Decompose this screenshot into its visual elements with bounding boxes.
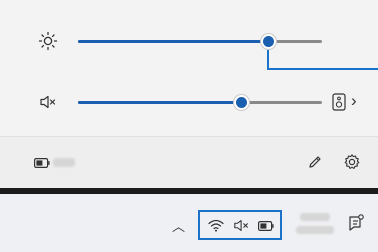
quick-settings-footer [0,136,378,188]
gear-icon[interactable] [343,153,361,171]
volume-slider-track[interactable] [78,95,322,110]
pencil-icon[interactable] [307,154,323,170]
volume-slider-thumb[interactable] [233,95,249,110]
clock-time-redacted[interactable] [300,213,330,221]
brightness-slider-thumb[interactable] [260,34,276,49]
brightness-slider-fill [78,40,269,43]
brightness-icon [38,31,58,51]
callout-line-vertical [267,50,269,70]
battery-icon[interactable] [258,221,274,231]
brightness-slider-track[interactable] [78,34,322,49]
system-tray-highlight[interactable] [198,210,282,240]
speaker-muted-icon [40,95,56,109]
brightness-row [0,31,378,51]
notification-icon[interactable] [348,214,364,232]
taskbar: ︿ [0,194,378,252]
volume-row: › [0,91,378,112]
battery-icon[interactable] [34,158,50,168]
show-hidden-icons-chevron[interactable]: ︿ [172,216,185,235]
volume-slider-fill [78,101,242,104]
battery-percentage-redacted [53,158,75,167]
audio-output-button[interactable]: › [332,91,368,112]
quick-settings-panel: › [0,0,378,188]
speaker-muted-icon[interactable] [233,218,251,233]
wifi-icon[interactable] [208,219,224,232]
clock-date-redacted[interactable] [296,226,334,234]
speaker-device-icon [332,93,346,111]
chevron-right-icon: › [351,91,357,110]
callout-line-horizontal [267,68,378,70]
